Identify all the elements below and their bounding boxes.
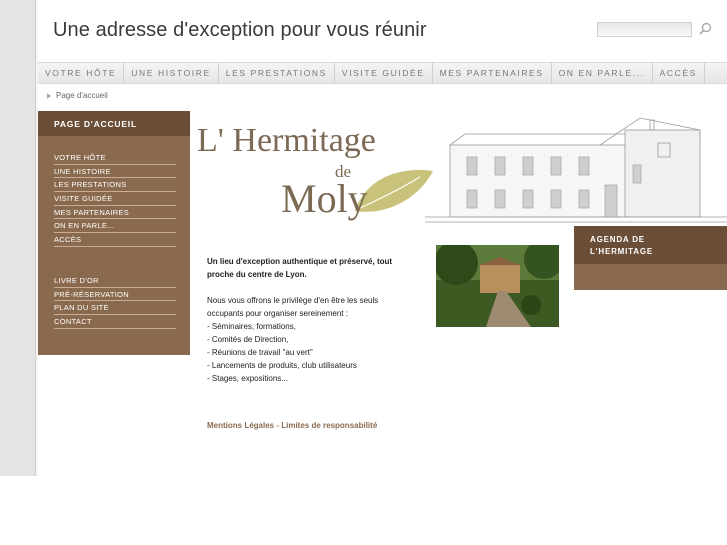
nav-on-en-parle[interactable]: ON EN PARLE... xyxy=(552,63,653,83)
sidebar-item-les-prestations[interactable]: LES PRESTATIONS xyxy=(54,178,176,193)
header: Une adresse d'exception pour vous réunir xyxy=(38,0,727,62)
intro-line-2: proche du centre de Lyon. xyxy=(207,270,307,279)
nav-votre-hote[interactable]: VOTRE HÔTE xyxy=(38,63,125,83)
body-line-5: - Réunions de travail "au vert" xyxy=(207,348,313,357)
body-line-4: - Comités de Direction, xyxy=(207,335,289,344)
nav-acces[interactable]: ACCÈS xyxy=(653,63,705,83)
house-illustration xyxy=(425,117,727,223)
search-icon[interactable] xyxy=(697,21,713,37)
sidebar-secondary-menu: LIVRE D'OR PRÉ-RÉSERVATION PLAN DU SITE … xyxy=(54,274,176,329)
sidebar-item-acces[interactable]: ACCÈS xyxy=(54,233,176,247)
nav-une-histoire[interactable]: UNE HISTOIRE xyxy=(124,63,219,83)
body-line-7: - Stages, expositions... xyxy=(207,374,288,383)
body-line-6: - Lancements de produits, club utilisate… xyxy=(207,361,357,370)
intro-line-1: Un lieu d'exception authentique et prése… xyxy=(207,257,393,266)
sidebar-item-mes-partenaires[interactable]: MES PARTENAIRES xyxy=(54,206,176,220)
nav-visite-guidee[interactable]: VISITE GUIDÉE xyxy=(335,63,433,83)
body-line-3: - Séminaires, formations, xyxy=(207,322,296,331)
agenda-heading[interactable]: AGENDA DE L'HERMITAGE xyxy=(574,226,727,264)
logo-text-moly: Moly xyxy=(281,176,368,221)
disclaimer-link[interactable]: Limites de responsabilité xyxy=(281,421,377,430)
footer-links: Mentions Légales - Limites de responsabi… xyxy=(207,421,377,430)
nav-mes-partenaires[interactable]: MES PARTENAIRES xyxy=(433,63,552,83)
sidebar-item-pre-reservation[interactable]: PRÉ-RÉSERVATION xyxy=(54,288,176,302)
sidebar-item-votre-hote[interactable]: VOTRE HÔTE xyxy=(54,151,176,165)
sidebar-item-contact[interactable]: CONTACT xyxy=(54,315,176,329)
sidebar-main-menu: VOTRE HÔTE UNE HISTOIRE LES PRESTATIONS … xyxy=(54,151,176,247)
sidebar-item-livre-dor[interactable]: LIVRE D'OR xyxy=(54,274,176,288)
garden-photo xyxy=(436,245,559,327)
sidebar-item-visite-guidee[interactable]: VISITE GUIDÉE xyxy=(54,192,176,206)
sidebar-heading[interactable]: PAGE D'ACCUEIL xyxy=(38,111,190,136)
top-navigation: VOTRE HÔTE UNE HISTOIRE LES PRESTATIONS … xyxy=(38,62,727,84)
agenda-box[interactable]: AGENDA DE L'HERMITAGE xyxy=(574,226,727,290)
logo-text-hermitage: L' Hermitage xyxy=(197,122,376,159)
search-input[interactable] xyxy=(597,22,692,37)
left-gutter xyxy=(0,0,36,476)
sidebar-item-on-en-parle[interactable]: ON EN PARLE... xyxy=(54,219,176,234)
breadcrumb: Page d'accueil xyxy=(47,91,108,100)
sidebar-item-une-histoire[interactable]: UNE HISTOIRE xyxy=(54,165,176,179)
hermitage-logo: L' Hermitage de Moly xyxy=(197,122,433,221)
agenda-heading-line1: AGENDA DE xyxy=(590,235,645,244)
breadcrumb-arrow-icon xyxy=(47,92,51,99)
nav-les-prestations[interactable]: LES PRESTATIONS xyxy=(219,63,335,83)
agenda-heading-line2: L'HERMITAGE xyxy=(590,247,653,256)
breadcrumb-current[interactable]: Page d'accueil xyxy=(56,91,108,100)
body-line-2: occupants pour organiser sereinement : xyxy=(207,309,348,318)
intro-heading: Un lieu d'exception authentique et prése… xyxy=(207,255,417,281)
sidebar-item-plan-du-site[interactable]: PLAN DU SITE xyxy=(54,301,176,316)
legal-notice-link[interactable]: Mentions Légales xyxy=(207,421,274,430)
site-title: Une adresse d'exception pour vous réunir xyxy=(53,19,427,41)
body-line-1: Nous vous offrons le privilège d'en être… xyxy=(207,296,379,305)
sidebar: PAGE D'ACCUEIL VOTRE HÔTE UNE HISTOIRE L… xyxy=(38,111,190,355)
intro-content: Un lieu d'exception authentique et prése… xyxy=(207,255,417,385)
